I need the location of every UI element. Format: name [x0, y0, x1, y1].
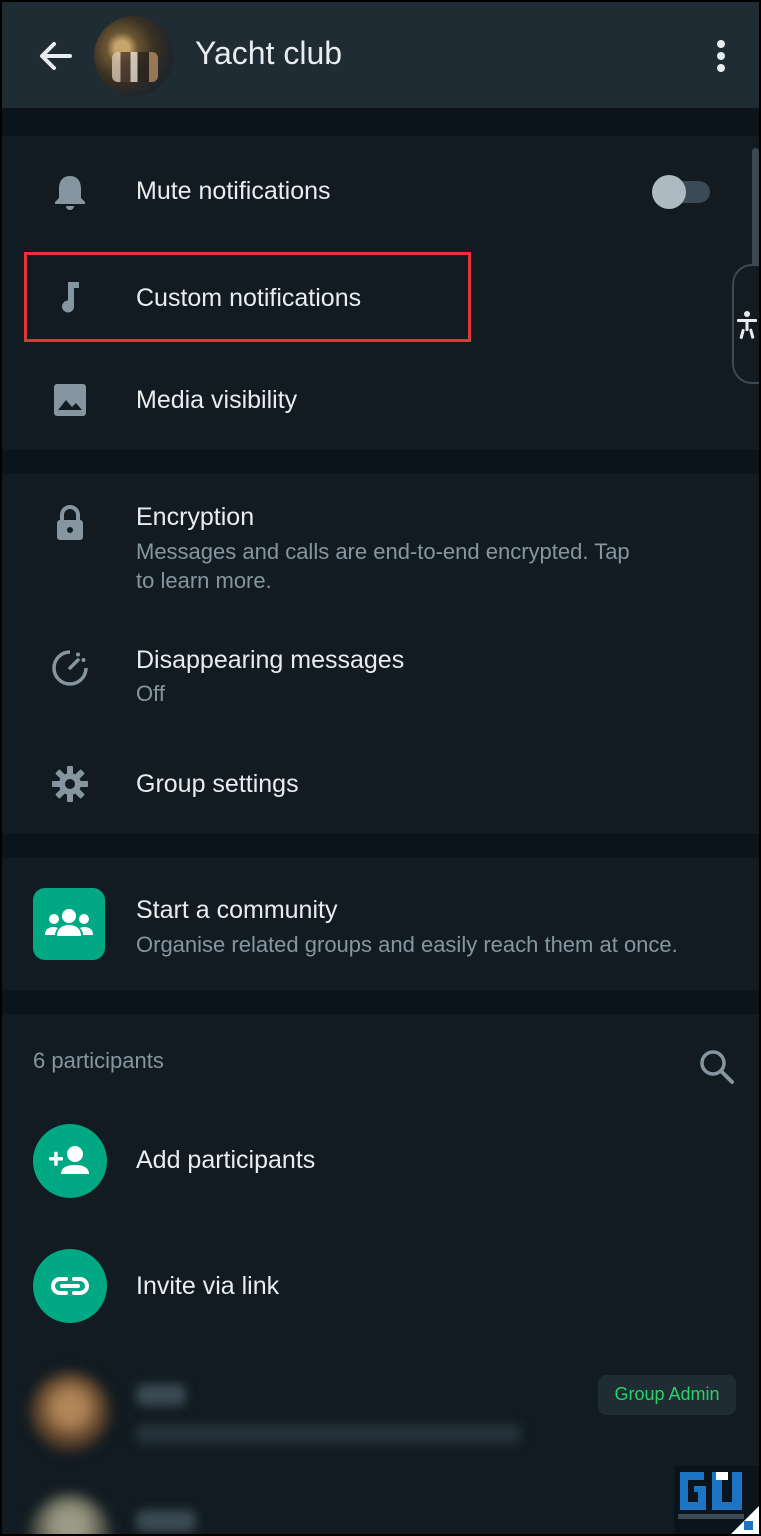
- start-community-subtitle: Organise related groups and easily reach…: [136, 932, 678, 957]
- community-icon-tile: [33, 888, 105, 960]
- media-visibility-row[interactable]: Media visibility: [2, 350, 759, 450]
- group-title[interactable]: Yacht club: [195, 35, 342, 72]
- group-admin-label: Group Admin: [614, 1384, 720, 1404]
- back-arrow-icon[interactable]: [36, 36, 76, 76]
- accessibility-icon: [737, 311, 757, 339]
- encryption-subtitle-line2: to learn more.: [136, 568, 272, 593]
- add-person-icon: [49, 1146, 89, 1174]
- mute-notifications-label: Mute notifications: [136, 177, 331, 205]
- invite-link-row[interactable]: Invite via link: [2, 1238, 759, 1338]
- participant-name-blurred: [136, 1384, 186, 1406]
- app-bar: Yacht club: [2, 2, 759, 108]
- add-participants-row[interactable]: Add participants: [2, 1112, 759, 1212]
- disappearing-messages-row[interactable]: Disappearing messages Off: [2, 614, 759, 724]
- scrollbar[interactable]: [752, 148, 759, 274]
- invite-link-icon-circle: [33, 1249, 107, 1323]
- start-community-title: Start a community: [136, 896, 338, 924]
- group-settings-label: Group settings: [136, 770, 299, 798]
- gadgets-to-use-logo: [674, 1466, 759, 1534]
- mute-notifications-row[interactable]: Mute notifications: [2, 136, 759, 246]
- invite-link-label: Invite via link: [136, 1272, 280, 1300]
- encryption-title: Encryption: [136, 503, 255, 531]
- search-icon[interactable]: [696, 1046, 736, 1086]
- red-highlight-box: [24, 252, 471, 342]
- media-visibility-label: Media visibility: [136, 386, 298, 414]
- add-participants-label: Add participants: [136, 1146, 316, 1174]
- group-info-screen: Yacht club Mute notifications Custom not…: [0, 0, 761, 1536]
- group-settings-row[interactable]: Group settings: [2, 734, 759, 834]
- image-icon: [54, 384, 86, 416]
- disappearing-messages-title: Disappearing messages: [136, 646, 405, 674]
- mute-toggle[interactable]: [652, 175, 710, 209]
- community-icon: [45, 909, 93, 936]
- toggle-knob: [652, 175, 686, 209]
- participant-avatar[interactable]: [30, 1372, 110, 1452]
- encryption-subtitle-line1: Messages and calls are end-to-end encryp…: [136, 539, 630, 564]
- start-community-row[interactable]: Start a community Organise related group…: [2, 858, 759, 990]
- link-icon: [51, 1277, 89, 1295]
- more-options-icon[interactable]: [706, 36, 736, 76]
- timer-icon: [52, 650, 88, 686]
- participants-count: 6 participants: [33, 1048, 164, 1073]
- group-avatar[interactable]: [94, 16, 174, 96]
- lock-icon: [57, 505, 83, 540]
- accessibility-handle[interactable]: [732, 264, 759, 384]
- disappearing-messages-value: Off: [136, 681, 165, 706]
- add-participant-icon-circle: [33, 1124, 107, 1198]
- bell-icon: [55, 176, 85, 210]
- participant-name-blurred: [136, 1510, 196, 1532]
- gear-icon: [52, 766, 88, 802]
- group-admin-badge: Group Admin: [598, 1375, 736, 1415]
- encryption-row[interactable]: Encryption Messages and calls are end-to…: [2, 474, 759, 604]
- participant-status-blurred: [136, 1424, 521, 1444]
